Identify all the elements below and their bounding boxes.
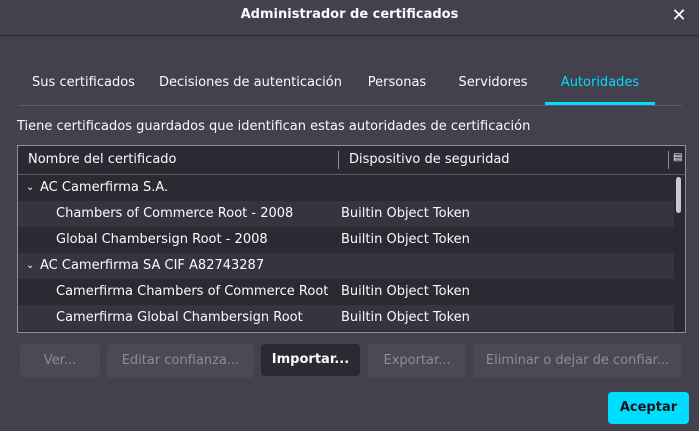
chevron-down-icon[interactable]: ⌄ bbox=[26, 253, 34, 279]
tree-group-row[interactable]: ⌄ AC Camerfirma S.A. bbox=[18, 175, 674, 201]
tab-authorities[interactable]: Autoridades bbox=[545, 68, 655, 105]
column-picker-separator bbox=[668, 151, 669, 169]
certificate-tree[interactable]: Nombre del certificado Dispositivo de se… bbox=[17, 145, 686, 333]
close-icon[interactable]: ✕ bbox=[669, 6, 689, 26]
tab-your-certificates[interactable]: Sus certificados bbox=[18, 68, 149, 103]
dialog-title: Administrador de certificados bbox=[240, 7, 459, 22]
title-bar: Administrador de certificados ✕ bbox=[0, 0, 699, 34]
tab-servers[interactable]: Servidores bbox=[448, 68, 538, 103]
certificate-name: Chambers of Commerce Root - 2008 bbox=[56, 206, 294, 221]
tree-rows: ⌄ AC Camerfirma S.A. Chambers of Commerc… bbox=[18, 175, 674, 331]
chevron-down-icon[interactable]: ⌄ bbox=[26, 175, 34, 201]
column-header-device[interactable]: Dispositivo de seguridad bbox=[349, 152, 510, 167]
certificate-name: Camerfirma Chambers of Commerce Root bbox=[56, 284, 329, 299]
security-device: Builtin Object Token bbox=[341, 284, 470, 299]
export-button[interactable]: Exportar... bbox=[368, 344, 466, 378]
delete-distrust-button[interactable]: Eliminar o dejar de confiar... bbox=[473, 344, 682, 378]
tab-people[interactable]: Personas bbox=[358, 68, 436, 103]
group-label: AC Camerfirma SA CIF A82743287 bbox=[40, 258, 265, 273]
certificate-name: Camerfirma Global Chambersign Root bbox=[56, 310, 303, 325]
security-device: Builtin Object Token bbox=[341, 206, 470, 221]
tree-header: Nombre del certificado Dispositivo de se… bbox=[18, 146, 685, 175]
certificate-name: Global Chambersign Root - 2008 bbox=[56, 232, 268, 247]
tree-row[interactable]: Global Chambersign Root - 2008 Builtin O… bbox=[18, 227, 674, 253]
group-label: AC Camerfirma S.A. bbox=[40, 180, 169, 195]
tree-row[interactable]: Chambers of Commerce Root - 2008 Builtin… bbox=[18, 201, 674, 227]
edit-trust-button[interactable]: Editar confianza... bbox=[107, 344, 254, 378]
tree-row[interactable]: Camerfirma Chambers of Commerce Root Bui… bbox=[18, 279, 674, 305]
tree-group-row[interactable]: ⌄ AC Camerfirma SA CIF A82743287 bbox=[18, 253, 674, 279]
intro-text: Tiene certificados guardados que identif… bbox=[17, 119, 531, 134]
column-header-name[interactable]: Nombre del certificado bbox=[28, 152, 176, 167]
security-device: Builtin Object Token bbox=[341, 232, 470, 247]
import-button[interactable]: Importar... bbox=[261, 344, 360, 376]
column-picker-icon[interactable]: ▤ bbox=[673, 152, 682, 163]
scrollbar-thumb[interactable] bbox=[676, 177, 681, 213]
title-divider bbox=[0, 35, 699, 36]
accept-button[interactable]: Aceptar bbox=[608, 392, 689, 424]
tab-bar: Sus certificados Decisiones de autentica… bbox=[18, 68, 682, 106]
tree-row[interactable]: Camerfirma Global Chambersign Root Built… bbox=[18, 305, 674, 331]
security-device: Builtin Object Token bbox=[341, 310, 470, 325]
column-separator[interactable] bbox=[338, 151, 339, 169]
tab-authentication-decisions[interactable]: Decisiones de autenticación bbox=[155, 68, 346, 103]
view-button[interactable]: Ver... bbox=[20, 344, 100, 378]
